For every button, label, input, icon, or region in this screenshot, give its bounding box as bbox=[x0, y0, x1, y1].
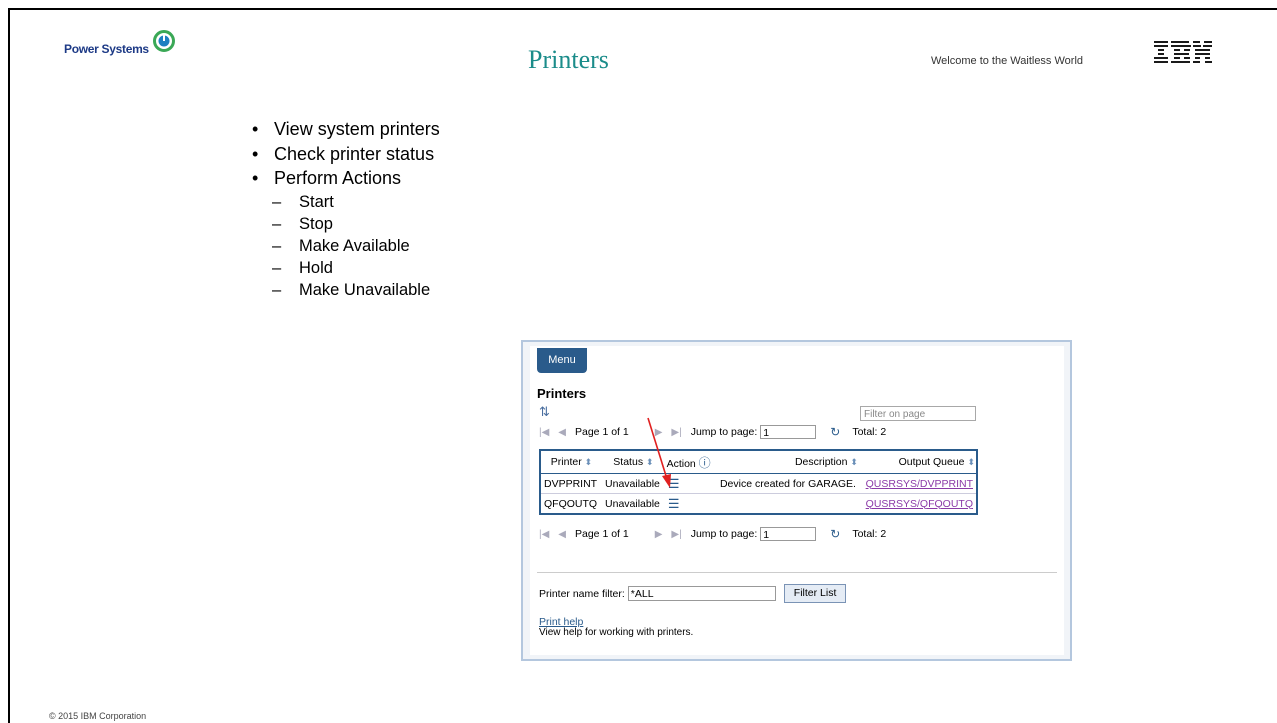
column-header-output-queue[interactable]: Output Queue ⬍ bbox=[858, 450, 977, 474]
sub-bullet-item: – Start bbox=[252, 191, 440, 213]
sort-icon: ⬍ bbox=[967, 457, 975, 467]
table-row: DVPPRINT Unavailable ☰ Device created fo… bbox=[540, 473, 977, 494]
help-icon[interactable]: ⓘ bbox=[699, 456, 711, 470]
printer-description: Device created for GARAGE. bbox=[712, 473, 859, 494]
help-description: View help for working with printers. bbox=[539, 627, 694, 638]
bullet-item: • Check printer status bbox=[252, 142, 440, 167]
divider bbox=[537, 572, 1057, 573]
table-row: QFQOUTQ Unavailable ☰ QUSRSYS/QFQOUTQ bbox=[540, 494, 977, 515]
sub-bullet-item: – Hold bbox=[252, 257, 440, 279]
action-list-icon[interactable]: ☰ bbox=[668, 476, 680, 491]
bullet-item: • Perform Actions bbox=[252, 166, 440, 191]
refresh-list-icon[interactable]: ⇅ bbox=[539, 404, 550, 420]
sort-icon: ⬍ bbox=[850, 457, 858, 467]
total-count: Total: 2 bbox=[852, 426, 887, 438]
total-count: Total: 2 bbox=[852, 528, 887, 540]
next-page-icon[interactable]: ▶ bbox=[655, 529, 663, 540]
sub-bullet-text: Make Available bbox=[299, 236, 410, 255]
sub-bullet-item: – Make Unavailable bbox=[252, 279, 440, 301]
page-label: Page 1 of 1 bbox=[575, 528, 629, 540]
sort-icon: ⬍ bbox=[584, 457, 593, 467]
printers-page: Menu Printers ⇅ Filter on page |◀ ◀ Page… bbox=[530, 346, 1064, 655]
printers-heading: Printers bbox=[537, 386, 587, 401]
printer-name-filter-input[interactable]: *ALL bbox=[627, 586, 776, 601]
last-page-icon[interactable]: ▶| bbox=[671, 529, 681, 540]
action-menu-cell: ☰ bbox=[664, 473, 713, 494]
printers-table: Printer ⬍ Status ⬍ Action ⓘ Description … bbox=[539, 449, 978, 515]
sub-bullet-text: Hold bbox=[299, 259, 333, 278]
sub-bullet-text: Start bbox=[299, 192, 334, 211]
jump-to-page-input[interactable]: 1 bbox=[760, 527, 817, 541]
jump-label: Jump to page: bbox=[690, 426, 758, 438]
output-queue-link[interactable]: QUSRSYS/QFQOUTQ bbox=[866, 498, 973, 510]
ibm-logo-icon bbox=[1154, 41, 1212, 63]
copyright-footer: © 2015 IBM Corporation bbox=[49, 711, 147, 721]
printer-name: QFQOUTQ bbox=[544, 497, 598, 510]
bullet-text: View system printers bbox=[274, 119, 440, 139]
slide-title-container: Printers bbox=[0, 45, 1277, 75]
menu-button[interactable]: Menu bbox=[537, 348, 587, 373]
jump-to-page-input[interactable]: 1 bbox=[760, 425, 817, 439]
sub-bullet-text: Make Unavailable bbox=[299, 281, 431, 300]
next-page-icon[interactable]: ▶ bbox=[655, 427, 663, 438]
output-queue-cell: QUSRSYS/QFQOUTQ bbox=[859, 494, 977, 515]
printers-screenshot-panel: Menu Printers ⇅ Filter on page |◀ ◀ Page… bbox=[521, 340, 1072, 661]
bullet-item: • View system printers bbox=[252, 117, 440, 142]
name-filter-label: Printer name filter: bbox=[539, 587, 625, 600]
sort-icon: ⬍ bbox=[646, 457, 654, 467]
go-refresh-icon[interactable]: ↻ bbox=[830, 527, 840, 541]
filter-list-button[interactable]: Filter List bbox=[783, 584, 847, 603]
first-page-icon[interactable]: |◀ bbox=[539, 529, 549, 540]
action-menu-cell: ☰ bbox=[665, 494, 713, 515]
bullet-list: • View system printers • Check printer sta… bbox=[252, 117, 440, 302]
last-page-icon[interactable]: ▶| bbox=[671, 427, 681, 438]
action-list-icon[interactable]: ☰ bbox=[668, 496, 680, 511]
filter-on-page-input[interactable]: Filter on page bbox=[860, 406, 976, 421]
printer-name-filter-row: Printer name filter: *ALL Filter List bbox=[539, 584, 847, 603]
sub-bullet-item: – Make Available bbox=[252, 235, 440, 257]
pager-bottom: |◀ ◀ Page 1 of 1 ▶ ▶| Jump to page: 1 ↻ … bbox=[539, 526, 886, 542]
column-header-printer[interactable]: Printer ⬍ bbox=[540, 450, 603, 474]
slide-title: Printers bbox=[528, 45, 609, 74]
column-header-status[interactable]: Status ⬍ bbox=[602, 450, 665, 474]
pager-top: |◀ ◀ Page 1 of 1 ▶ ▶| Jump to page: 1 ↻ … bbox=[539, 424, 886, 440]
prev-page-icon[interactable]: ◀ bbox=[558, 427, 566, 438]
column-header-action: Action ⓘ bbox=[664, 450, 713, 474]
output-queue-link[interactable]: QUSRSYS/DVPPRINT bbox=[866, 478, 973, 490]
printer-description bbox=[712, 494, 859, 515]
tagline: Welcome to the Waitless World bbox=[931, 55, 1084, 67]
printer-name: DVPPRINT bbox=[540, 473, 603, 494]
jump-label: Jump to page: bbox=[690, 528, 758, 540]
first-page-icon[interactable]: |◀ bbox=[539, 427, 549, 438]
printer-status: Unavailable bbox=[605, 497, 660, 510]
sub-bullet-text: Stop bbox=[299, 214, 333, 233]
column-header-description[interactable]: Description ⬍ bbox=[712, 450, 859, 474]
sub-bullet-item: – Stop bbox=[252, 213, 440, 235]
printer-status: Unavailable bbox=[602, 473, 665, 494]
page-label: Page 1 of 1 bbox=[575, 426, 629, 438]
prev-page-icon[interactable]: ◀ bbox=[558, 529, 566, 540]
output-queue-cell: QUSRSYS/DVPPRINT bbox=[858, 473, 977, 494]
table-header-row: Printer ⬍ Status ⬍ Action ⓘ Description … bbox=[540, 450, 977, 474]
bullet-text: Check printer status bbox=[274, 143, 435, 164]
bullet-text: Perform Actions bbox=[274, 168, 402, 188]
go-refresh-icon[interactable]: ↻ bbox=[830, 425, 840, 439]
